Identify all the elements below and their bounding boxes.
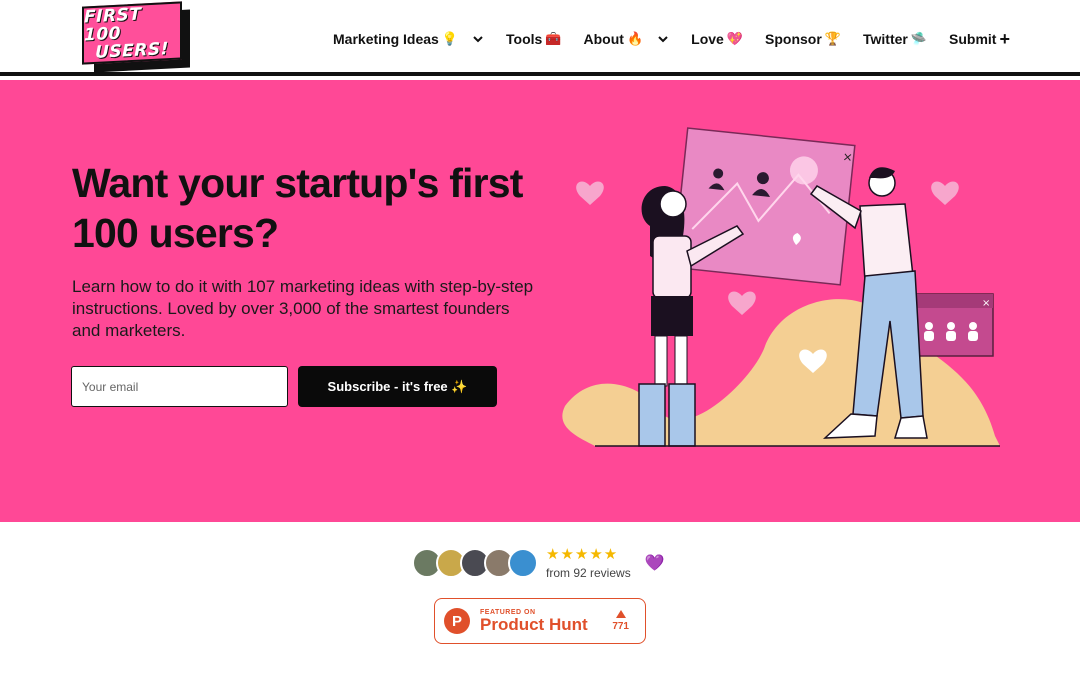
product-hunt-text: FEATURED ON Product Hunt bbox=[480, 609, 588, 634]
hero-illustration: × × bbox=[562, 127, 1000, 447]
logo-line-2: USERS! bbox=[95, 39, 169, 63]
avatar bbox=[508, 548, 538, 578]
hero-title: Want your startup's first 100 users? bbox=[72, 160, 523, 256]
nav-label: Love bbox=[691, 31, 724, 47]
email-input[interactable] bbox=[71, 366, 288, 407]
reviews-summary[interactable]: ★★★★★ from 92 reviews 💜 bbox=[412, 545, 665, 581]
upvote-arrow-icon bbox=[615, 610, 626, 618]
product-hunt-badge[interactable]: P FEATURED ON Product Hunt 771 bbox=[434, 598, 646, 644]
svg-text:×: × bbox=[982, 298, 990, 309]
logo-face: FIRST 100 USERS! bbox=[82, 1, 182, 65]
lightbulb-icon: 💡 bbox=[441, 31, 459, 46]
nav-label: Tools bbox=[506, 31, 543, 47]
nav-item-submit[interactable]: Submit + bbox=[949, 29, 1010, 50]
chevron-down-icon bbox=[473, 36, 483, 43]
product-hunt-name: Product Hunt bbox=[480, 614, 588, 634]
star-rating: ★★★★★ bbox=[546, 545, 619, 563]
fire-icon: 🔥 bbox=[626, 31, 644, 46]
nav-item-twitter[interactable]: Twitter 🛸 bbox=[863, 31, 927, 47]
heart-icon: 💖 bbox=[726, 31, 744, 46]
subscribe-button[interactable]: Subscribe - it's free ✨ bbox=[298, 366, 497, 407]
nav-label: Sponsor bbox=[765, 31, 822, 47]
hero-description: Learn how to do it with 107 marketing id… bbox=[72, 277, 534, 340]
trophy-icon: 🏆 bbox=[824, 31, 841, 46]
heart-decor bbox=[728, 291, 756, 315]
hero-section: Want your startup's first 100 users? Lea… bbox=[0, 80, 1080, 522]
small-panel: × bbox=[914, 293, 994, 357]
svg-text:×: × bbox=[842, 149, 853, 164]
upvote-count: 771 bbox=[612, 610, 629, 632]
chevron-down-icon bbox=[658, 36, 668, 43]
site-header: FIRST 100 USERS! Marketing Ideas 💡 Tools… bbox=[0, 0, 1080, 76]
heart-decor bbox=[576, 181, 604, 205]
nav-label: About bbox=[583, 31, 624, 47]
nav-item-sponsor[interactable]: Sponsor 🏆 bbox=[765, 31, 841, 47]
product-hunt-logo-icon: P bbox=[444, 608, 470, 634]
review-count: from 92 reviews bbox=[546, 565, 631, 580]
purple-heart-icon: 💜 bbox=[644, 555, 665, 572]
nav-item-love[interactable]: Love 💖 bbox=[691, 31, 743, 47]
ufo-icon: 🛸 bbox=[910, 31, 928, 46]
nav-label: Marketing Ideas bbox=[333, 31, 439, 47]
site-logo[interactable]: FIRST 100 USERS! bbox=[82, 1, 190, 73]
nav-label: Twitter bbox=[862, 31, 908, 47]
nav-label: Submit bbox=[949, 31, 997, 47]
toolbox-icon: 🧰 bbox=[545, 31, 562, 46]
plus-icon: + bbox=[999, 28, 1010, 49]
nav-item-tools[interactable]: Tools 🧰 bbox=[506, 31, 561, 47]
main-nav: Marketing Ideas 💡 Tools 🧰 About 🔥 Love 💖… bbox=[311, 26, 1010, 52]
vote-count: 771 bbox=[612, 621, 629, 632]
reviewer-avatars bbox=[412, 548, 538, 578]
heart-decor bbox=[931, 181, 959, 205]
nav-item-marketing-ideas[interactable]: Marketing Ideas 💡 bbox=[333, 31, 484, 47]
review-text: ★★★★★ from 92 reviews bbox=[546, 545, 631, 580]
nav-item-about[interactable]: About 🔥 bbox=[584, 31, 670, 47]
